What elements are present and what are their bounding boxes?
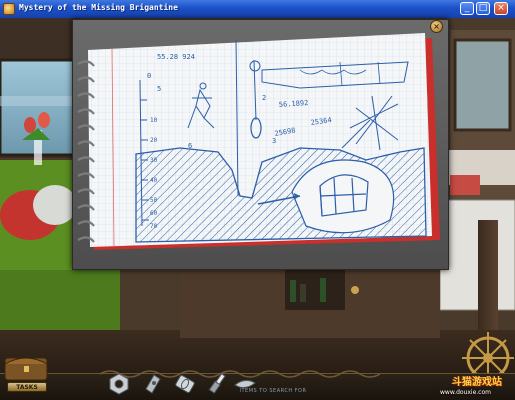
red-checkered-cloth bbox=[450, 175, 480, 195]
title-bar[interactable]: Mystery of the Missing Brigantine _ □ × bbox=[0, 0, 515, 19]
tasks-button[interactable]: TASKS bbox=[7, 382, 47, 392]
bracket-icon[interactable] bbox=[140, 371, 166, 397]
scale-tick-label: 10 bbox=[150, 117, 158, 124]
pipe-fitting-icon[interactable] bbox=[172, 371, 198, 397]
game-window: Mystery of the Missing Brigantine _ □ × bbox=[0, 0, 515, 400]
site-watermark-url: www.douxie.com bbox=[440, 389, 491, 396]
minimize-button[interactable]: _ bbox=[460, 2, 474, 15]
window-title: Mystery of the Missing Brigantine bbox=[19, 3, 178, 12]
note-three: 3 bbox=[272, 137, 276, 145]
note-coordinates-top: 55.28 924 bbox=[157, 53, 195, 61]
hex-nut-icon[interactable] bbox=[106, 371, 132, 397]
scale-tick-label: 20 bbox=[150, 137, 158, 144]
note-two: 2 bbox=[262, 94, 266, 102]
note-five: 5 bbox=[157, 85, 161, 93]
app-icon bbox=[3, 3, 15, 15]
clip-icon[interactable] bbox=[232, 371, 258, 397]
maximize-button[interactable]: □ bbox=[476, 2, 490, 15]
site-watermark-logo: 斗猫游戏站 bbox=[452, 377, 502, 388]
close-notebook-button[interactable]: × bbox=[430, 20, 443, 33]
note-zero: 0 bbox=[147, 72, 151, 80]
close-window-button[interactable]: × bbox=[494, 2, 508, 15]
spark-plug-icon[interactable] bbox=[204, 371, 230, 397]
